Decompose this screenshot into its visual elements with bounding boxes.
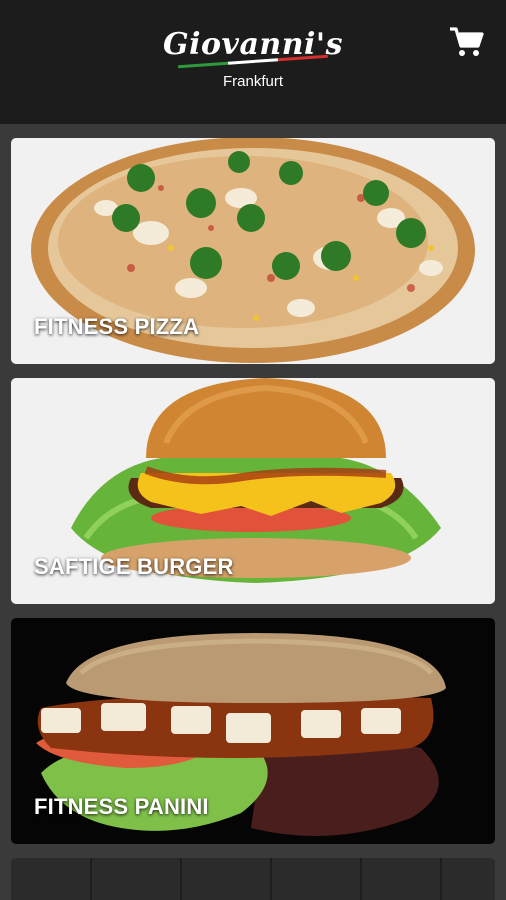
- category-card-partial[interactable]: [11, 858, 495, 900]
- wood-texture-image: [11, 858, 495, 900]
- category-label: SAFTIGE BURGER: [34, 554, 234, 579]
- app-header: Giovanni's Frankfurt: [0, 0, 506, 124]
- category-card-fitness-panini[interactable]: FITNESS PANINI: [11, 618, 495, 844]
- city-label: Frankfurt: [222, 73, 283, 90]
- category-list: FITNESS PIZZA SAFTIGE BURGER FITNESS PAN…: [0, 124, 506, 900]
- category-card-saftige-burger[interactable]: SAFTIGE BURGER: [11, 378, 495, 604]
- category-card-fitness-pizza[interactable]: FITNESS PIZZA: [11, 138, 495, 364]
- cart-icon[interactable]: [448, 24, 484, 60]
- category-label: FITNESS PANINI: [34, 794, 209, 819]
- category-label: FITNESS PIZZA: [34, 314, 200, 339]
- brand-logo: Giovanni's: [163, 28, 343, 69]
